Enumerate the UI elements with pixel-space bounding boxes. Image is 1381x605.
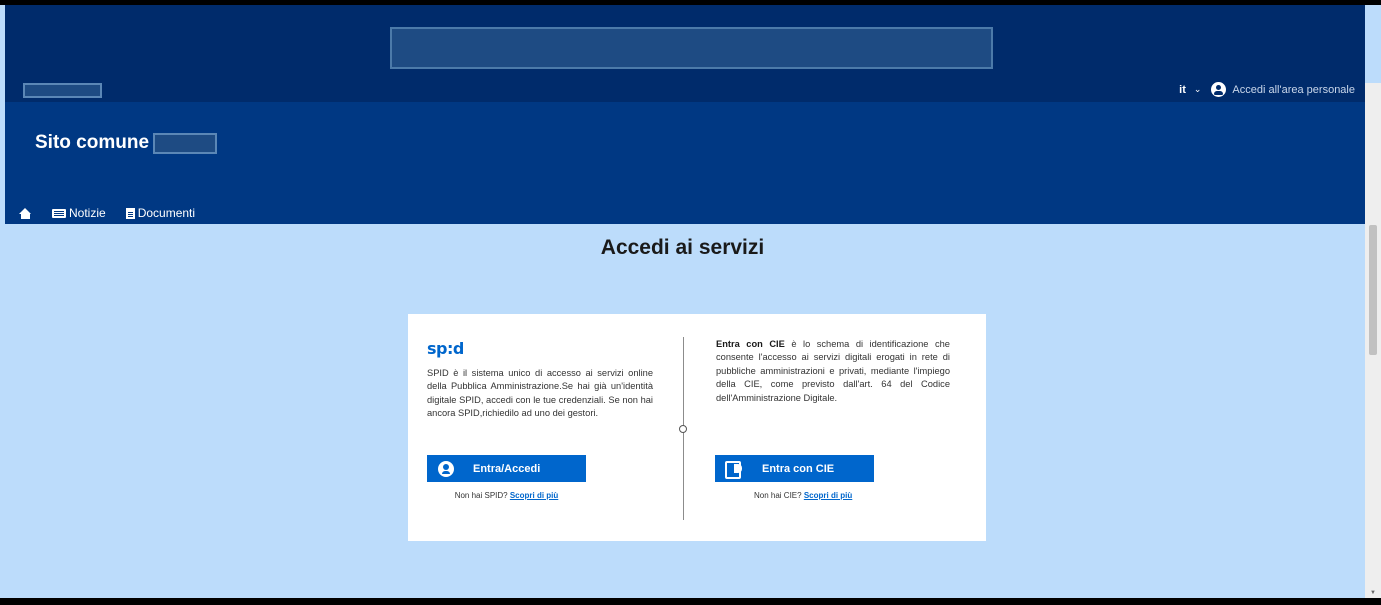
nav-item-notizie[interactable]: Notizie [52, 206, 106, 220]
nav-item-home[interactable] [19, 207, 32, 219]
vertical-scrollbar[interactable]: ▼ [1365, 83, 1381, 598]
chevron-down-icon[interactable]: ⌄ [1194, 84, 1202, 95]
spid-description: SPID è il sistema unico di accesso ai se… [427, 368, 653, 419]
spid-learn-more-link[interactable]: Scopri di più [510, 491, 558, 500]
scrollbar-thumb[interactable] [1369, 225, 1377, 355]
spid-logo: sp:d [427, 339, 464, 358]
spid-button-label: Entra/Accedi [473, 462, 541, 475]
news-icon [52, 208, 66, 218]
redacted-municipality-name [153, 132, 218, 154]
user-circle-icon[interactable] [1211, 82, 1227, 97]
login-card: sp:d SPID è il sistema unico di accesso … [408, 314, 986, 541]
language-selector[interactable]: it [1179, 84, 1186, 96]
spid-help: Non hai SPID? Scopri di più [427, 491, 586, 500]
header-right-actions: it ⌄ Accedi all'area personale [1179, 82, 1355, 97]
cie-help-text: Non hai CIE? [754, 491, 802, 500]
site-title-text: Sito comune [35, 132, 150, 153]
page-title: Accedi ai servizi [600, 236, 765, 259]
site-title[interactable]: Sito comune [35, 132, 218, 154]
scroll-down-arrow-icon[interactable]: ▼ [1370, 590, 1376, 596]
cie-description: Entra con CIE è lo schema di identificaz… [716, 338, 950, 405]
divider-dot [679, 425, 687, 433]
main-header: Sito comune Notizie Documenti [5, 102, 1365, 224]
personal-area-link[interactable]: Accedi all'area personale [1232, 84, 1355, 96]
cie-title-bold: Entra con CIE [716, 339, 785, 349]
home-icon [19, 207, 32, 219]
main-nav: Notizie Documenti [19, 206, 195, 220]
nav-item-label: Documenti [137, 206, 196, 220]
cie-login-button[interactable]: Entra con CIE [715, 455, 874, 482]
cie-button-label: Entra con CIE [762, 462, 835, 475]
cie-help: Non hai CIE? Scopri di più [715, 491, 900, 500]
document-icon [125, 207, 135, 219]
nav-item-label: Notizie [69, 206, 106, 220]
slim-header: it ⌄ Accedi all'area personale [5, 5, 1365, 102]
id-card-icon [725, 461, 742, 479]
spid-help-text: Non hai SPID? [454, 491, 508, 500]
redacted-banner [390, 27, 993, 69]
redacted-region-link[interactable] [23, 83, 102, 98]
user-icon [438, 460, 454, 477]
spid-login-button[interactable]: Entra/Accedi [427, 455, 586, 482]
cie-learn-more-link[interactable]: Scopri di più [804, 491, 852, 500]
nav-item-documenti[interactable]: Documenti [125, 206, 196, 220]
browser-viewport: it ⌄ Accedi all'area personale Sito comu… [0, 5, 1381, 598]
